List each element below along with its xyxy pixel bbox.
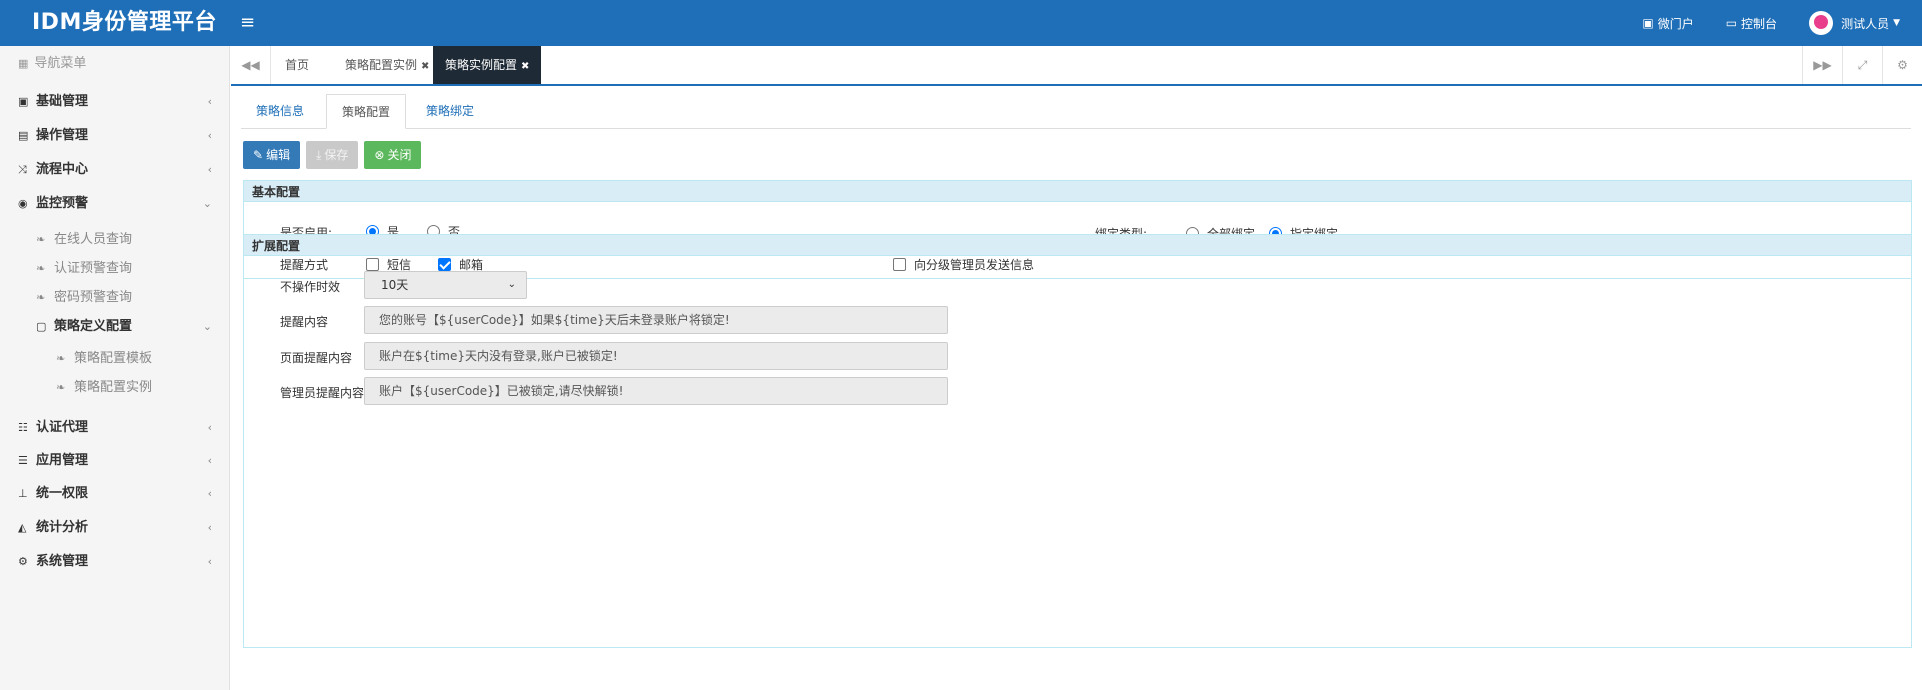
chevron-left-icon: ‹ xyxy=(207,555,212,568)
tab-policy-config-instance[interactable]: 策略配置实例 ✖ xyxy=(333,46,441,84)
close-icon[interactable]: ✖ xyxy=(521,61,529,72)
timeout-select[interactable]: 10天 ⌄ xyxy=(364,271,527,299)
subtab-policy-info[interactable]: 策略信息 xyxy=(241,94,319,129)
edit-icon: ✎ xyxy=(253,148,264,162)
sidebar-item-monitor[interactable]: ◉ 监控预警 ⌄ xyxy=(0,184,230,224)
caret-down-icon: ▼ xyxy=(1893,18,1900,28)
folder-icon: ▢ xyxy=(36,320,47,333)
action-toolbar: ✎ 编辑 ⤓ 保存 ⊗ 关闭 xyxy=(243,141,427,169)
backward-icon[interactable]: ◀◀ xyxy=(231,46,271,84)
close-circle-icon: ⊗ xyxy=(374,148,385,162)
id-card-icon: ▣ xyxy=(1642,16,1654,30)
portal-label: 微门户 xyxy=(1657,16,1694,31)
edit-button[interactable]: ✎ 编辑 xyxy=(243,141,301,169)
leaf-icon: ❧ xyxy=(56,381,66,394)
tab-policy-instance-config[interactable]: 策略实例配置 ✖ xyxy=(433,46,542,84)
hamburger-icon[interactable]: ≡ xyxy=(240,0,255,46)
console-link[interactable]: ▭ 控制台 xyxy=(1726,15,1777,32)
gears-icon: ⚙ xyxy=(18,555,28,568)
eye-icon: ◉ xyxy=(18,197,28,210)
page-remind-label: 页面提醒内容 xyxy=(280,351,353,365)
console-label: 控制台 xyxy=(1741,16,1778,31)
subtab-policy-binding[interactable]: 策略绑定 xyxy=(411,94,489,129)
brand-title: IDM身份管理平台 xyxy=(32,10,217,35)
extended-config-title: 扩展配置 xyxy=(244,234,1911,256)
grid-icon: ▦ xyxy=(18,57,29,70)
sidebar-item-policy-definition[interactable]: ▢ 策略定义配置 ⌄ xyxy=(0,309,230,345)
sidebar-title: ▦ 导航菜单 xyxy=(18,56,87,71)
basic-config-title: 基本配置 xyxy=(244,180,1911,202)
subtab-policy-config[interactable]: 策略配置 xyxy=(326,94,407,129)
chevron-down-icon: ⌄ xyxy=(507,279,516,290)
sidebar-item-policy-instance[interactable]: ❧ 策略配置实例 xyxy=(0,370,230,406)
forward-icon[interactable]: ▶▶ xyxy=(1802,46,1842,84)
tab-home[interactable]: 首页 xyxy=(273,46,321,84)
subtab-bar: 策略信息 策略配置 策略绑定 xyxy=(241,88,1911,129)
sidebar-item-system[interactable]: ⚙ 系统管理 ‹ xyxy=(0,542,230,582)
close-icon[interactable]: ✖ xyxy=(421,61,429,72)
sidebar: ▦ 导航菜单 ▣ 基础管理 ‹ ▤ 操作管理 ‹ ⤨ 流程中心 ‹ ◉ 监控预警 ⌄ ❧ 在… xyxy=(0,46,230,690)
user-name: 测试人员 xyxy=(1841,16,1890,31)
main-content: 策略信息 策略配置 策略绑定 ✎ 编辑 ⤓ 保存 ⊗ 关闭 基本配置 是否启用: 是 … xyxy=(231,88,1922,690)
page-remind-input[interactable]: 账户在${time}天内没有登录,账户已被锁定! xyxy=(364,342,948,370)
chevron-down-icon: ⌄ xyxy=(202,320,212,333)
chevron-down-icon: ⌄ xyxy=(202,197,212,210)
user-menu[interactable]: 测试人员 ▼ xyxy=(1809,11,1900,35)
top-header: IDM身份管理平台 ≡ ▣ 微门户 ▭ 控制台 测试人员 ▼ xyxy=(0,0,1922,46)
admin-remind-input[interactable]: 账户【${userCode}】已被锁定,请尽快解锁! xyxy=(364,377,948,405)
expand-icon[interactable]: ⤢ xyxy=(1842,46,1882,84)
remind-content-input[interactable]: 您的账号【${userCode}】如果${time}天后未登录账户将锁定! xyxy=(364,306,948,334)
tab-bar: ◀◀ 首页 策略配置实例 ✖ 策略实例配置 ✖ ▶▶ ⤢ ⚙ xyxy=(231,46,1922,86)
avatar xyxy=(1809,11,1834,35)
gear-icon[interactable]: ⚙ xyxy=(1882,46,1922,84)
timeout-label: 不操作时效 xyxy=(280,280,341,294)
remind-content-label: 提醒内容 xyxy=(280,315,329,329)
header-right: ▣ 微门户 ▭ 控制台 测试人员 ▼ xyxy=(1642,0,1922,46)
monitor-icon: ▭ xyxy=(1725,16,1738,30)
admin-remind-label: 管理员提醒内容 xyxy=(280,386,365,400)
close-button[interactable]: ⊗ 关闭 xyxy=(364,141,422,169)
save-button[interactable]: ⤓ 保存 xyxy=(306,141,359,169)
download-icon: ⤓ xyxy=(316,148,322,162)
portal-link[interactable]: ▣ 微门户 xyxy=(1642,15,1693,32)
